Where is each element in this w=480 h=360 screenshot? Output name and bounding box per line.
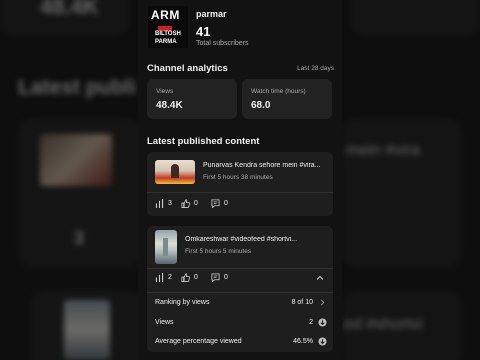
comments-count: 0 xyxy=(224,274,228,281)
comments-metric: 0 xyxy=(211,199,228,208)
views-card[interactable]: Views 48.4K xyxy=(147,79,237,119)
ranking-value: 8 of 10 xyxy=(291,299,313,306)
divider xyxy=(147,268,333,269)
comment-icon xyxy=(211,273,220,282)
divider xyxy=(147,192,333,193)
avg-viewed-label: Average percentage viewed xyxy=(155,338,242,345)
video-card[interactable]: Omkareshwar #videofeed #shortvi... First… xyxy=(147,226,333,352)
subscriber-label: Total subscribers xyxy=(196,40,249,47)
views-metric: 3 xyxy=(155,199,172,208)
views-label: Views xyxy=(156,88,174,95)
video-title[interactable]: Punarvas Kendra sehore mein #vira... xyxy=(203,162,327,169)
video-thumbnail[interactable] xyxy=(155,160,195,184)
channel-logo: ARM BILTOSH PARMA xyxy=(148,6,188,48)
likes-metric: 0 xyxy=(181,199,198,208)
channel-header[interactable]: ARM BILTOSH PARMA parmar 41 Total subscr… xyxy=(148,6,338,50)
watch-time-label: Watch time (hours) xyxy=(251,88,306,95)
channel-name: parmar xyxy=(196,9,227,19)
likes-count: 0 xyxy=(194,274,198,281)
video-thumbnail[interactable] xyxy=(155,230,177,264)
video-meta: First 5 hours 5 minutes xyxy=(185,248,252,255)
analytics-period: Last 28 days xyxy=(297,65,334,72)
latest-content-title: Latest published content xyxy=(147,136,260,147)
bg-video-title-1: mein #vira xyxy=(346,142,420,159)
video-meta: First 5 hours 38 minutes xyxy=(203,174,273,181)
analytics-panel: ARM BILTOSH PARMA parmar 41 Total subscr… xyxy=(138,0,342,360)
chevron-right-icon xyxy=(320,299,325,306)
bar-chart-icon xyxy=(155,273,164,282)
bg-thumbnail-2 xyxy=(64,300,110,360)
views-count: 2 xyxy=(168,274,172,281)
detail-views-label: Views xyxy=(155,319,174,326)
comments-count: 0 xyxy=(224,200,228,207)
watch-time-card[interactable]: Watch time (hours) 68.0 xyxy=(242,79,332,119)
arrow-down-circle-icon xyxy=(318,337,327,346)
ranking-label: Ranking by views xyxy=(155,299,210,306)
watch-time-value: 68.0 xyxy=(251,100,271,111)
bg-latest-heading: Latest publi xyxy=(18,76,136,99)
subscriber-count: 41 xyxy=(196,24,211,39)
views-metric: 2 xyxy=(155,273,172,282)
avg-viewed-value: 46.5% xyxy=(293,338,313,345)
arrow-down-circle-icon xyxy=(318,318,327,327)
views-count: 3 xyxy=(168,200,172,207)
bg-views-count: 3 xyxy=(74,228,85,248)
divider xyxy=(147,292,333,293)
likes-count: 0 xyxy=(194,200,198,207)
video-title[interactable]: Omkareshwar #videofeed #shortvi... xyxy=(185,236,327,243)
thumbs-up-icon xyxy=(181,199,190,208)
thumbs-up-icon xyxy=(181,273,190,282)
bg-thumbnail xyxy=(40,134,112,186)
analytics-title: Channel analytics xyxy=(147,63,228,74)
bar-chart-icon xyxy=(155,199,164,208)
views-value: 48.4K xyxy=(156,100,183,111)
likes-metric: 0 xyxy=(181,273,198,282)
bg-video-title-2: ed #shortvi xyxy=(344,316,423,333)
video-card[interactable]: Punarvas Kendra sehore mein #vira... Fir… xyxy=(147,152,333,216)
chevron-up-icon[interactable] xyxy=(315,273,325,283)
bg-views-value: 48.4K xyxy=(40,0,99,19)
detail-views-value: 2 xyxy=(309,319,313,326)
comment-icon xyxy=(211,199,220,208)
comments-metric: 0 xyxy=(211,273,228,282)
